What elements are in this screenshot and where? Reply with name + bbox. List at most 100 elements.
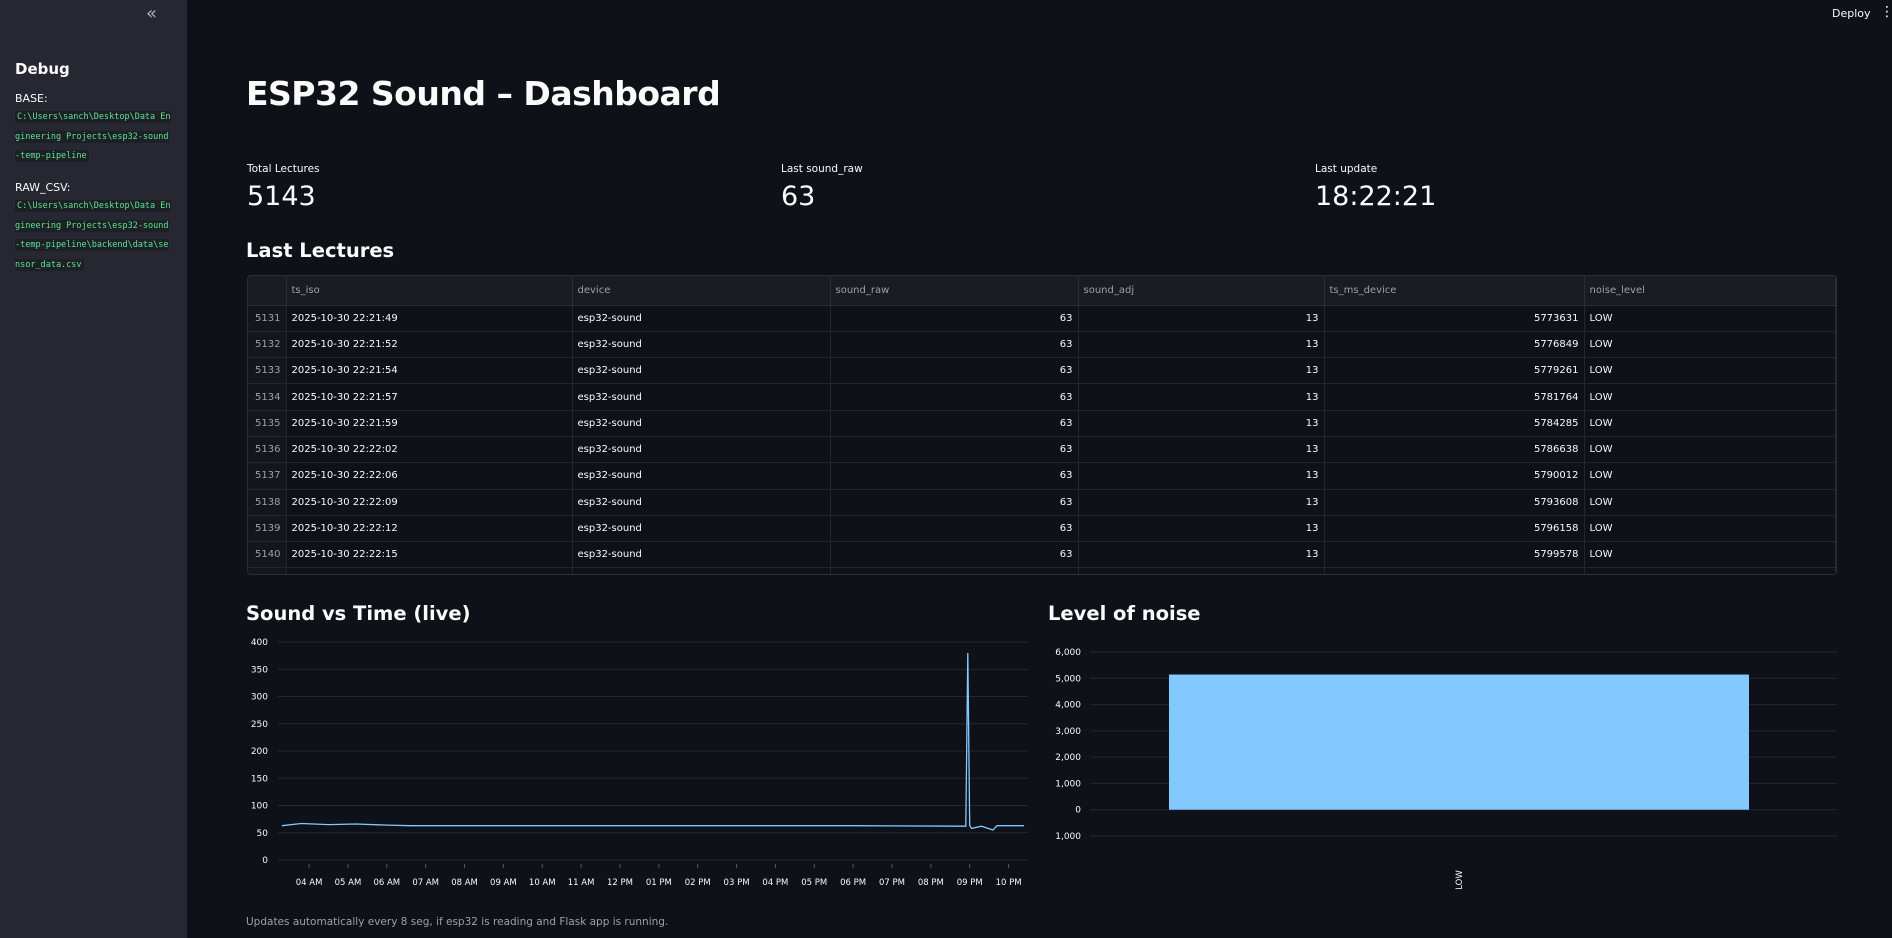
table-cell: 5784285 (1324, 410, 1585, 437)
table-row[interactable]: 51412025-10-30 22:22:17esp32-sound631358… (248, 567, 1836, 574)
x-tick-label: 06 PM (840, 878, 866, 888)
table-cell: LOW (1584, 383, 1836, 411)
x-tick-label: 02 PM (685, 878, 711, 888)
x-tick-label: 12 PM (607, 878, 633, 888)
column-header[interactable]: device (572, 276, 831, 306)
table-cell: 63 (830, 515, 1079, 543)
row-index: 5141 (248, 567, 287, 574)
x-tick-label: 09 PM (957, 878, 983, 888)
table-body: 5131 2025-10-30 22:21:49 esp32-sound 63 13 57… (248, 305, 1836, 574)
table-cell: 13 (1078, 567, 1325, 574)
table-cell: 5799578 (1324, 541, 1585, 569)
x-tick-label: 06 AM (373, 878, 400, 888)
row-index: 5133 (248, 357, 287, 385)
table-cell: esp32-sound (572, 462, 831, 490)
metric-last-update: Last update 18:22:21 (1315, 163, 1436, 212)
table-cell: 2025-10-30 22:22:06 (286, 462, 573, 490)
table-cell: 5781764 (1324, 383, 1585, 411)
column-header[interactable]: ts_ms_device (1324, 276, 1585, 306)
table-cell: 13 (1078, 489, 1325, 516)
table-cell: LOW (1584, 331, 1836, 359)
x-tick-label: 11 AM (568, 878, 595, 888)
collapse-sidebar-icon[interactable]: « (146, 4, 164, 24)
x-tick-label: 03 PM (724, 878, 750, 888)
table-cell: LOW (1584, 410, 1836, 437)
table-row[interactable]: 5131 2025-10-30 22:21:49 esp32-sound 63 13 57… (248, 305, 1836, 332)
table-cell: 5773631 (1324, 305, 1585, 332)
table-cell: esp32-sound (572, 410, 831, 437)
table-cell: 63 (830, 462, 1079, 490)
table-cell: esp32-sound (572, 436, 831, 464)
bar-chart[interactable]: 6,000 5,000 4,000 3,000 2,000 1,000 0 1,000 LOW (1040, 632, 1840, 892)
table-cell: 2025-10-30 22:21:54 (286, 357, 573, 385)
y-tick-label: 3,000 (1055, 727, 1081, 737)
bar-low (1169, 674, 1749, 810)
table-cell: 5793608 (1324, 489, 1585, 516)
table-cell: LOW (1584, 567, 1836, 574)
table-row[interactable]: 5137 2025-10-30 22:22:06 esp32-sound 63 13 57… (248, 462, 1836, 490)
table-row[interactable]: 5134 2025-10-30 22:21:57 esp32-sound 63 13 57… (248, 383, 1836, 411)
data-table[interactable]: ts_iso device sound_raw sound_adj ts_ms_… (247, 275, 1837, 575)
main-menu-icon[interactable]: ⋮ (1880, 4, 1892, 20)
x-tick-label: 09 AM (490, 878, 517, 888)
line-chart[interactable]: 0 50 100 150 200 250 300 350 400 04 AM 05 AM 06 AM 0… (240, 632, 1040, 892)
table-cell: 63 (830, 436, 1079, 464)
table-title: Last Lectures (246, 239, 395, 262)
y-tick-label: 250 (251, 720, 268, 730)
table-cell: 63 (830, 410, 1079, 437)
table-cell: esp32-sound (572, 515, 831, 543)
table-cell: 2025-10-30 22:22:09 (286, 489, 573, 516)
table-row[interactable]: 5135 2025-10-30 22:21:59 esp32-sound 63 13 57… (248, 410, 1836, 437)
app-root: « Debug BASE: C:\Users\sanch\Desktop\Dat… (0, 0, 1892, 938)
x-tick-label: 10 AM (529, 878, 556, 888)
table-row[interactable]: 5140 2025-10-30 22:22:15 esp32-sound 63 13 57… (248, 541, 1836, 569)
row-index: 5140 (248, 541, 287, 569)
x-tick-label: 04 PM (762, 878, 788, 888)
base-path-code: C:\Users\sanch\Desktop\Data Engineering … (15, 111, 171, 162)
footer-caption: Updates automatically every 8 seg, if es… (246, 916, 669, 928)
y-tick-label: 2,000 (1055, 753, 1081, 763)
column-header[interactable]: sound_adj (1078, 276, 1325, 306)
table-cell: 2025-10-30 22:21:57 (286, 383, 573, 411)
table-cell: esp32-sound (572, 331, 831, 359)
metric-value: 18:22:21 (1315, 181, 1437, 212)
row-index: 5132 (248, 331, 287, 359)
table-cell: 13 (1078, 331, 1325, 359)
table-cell: 2025-10-30 22:22:15 (286, 541, 573, 569)
column-header[interactable]: noise_level (1584, 276, 1836, 306)
row-index: 5135 (248, 410, 287, 437)
table-cell: 5802133 (1324, 567, 1585, 574)
table-cell: 5776849 (1324, 331, 1585, 359)
table-row[interactable]: 5136 2025-10-30 22:22:02 esp32-sound 63 13 57… (248, 436, 1836, 464)
table-cell: LOW (1584, 541, 1836, 569)
x-tick-label: 08 PM (918, 878, 944, 888)
x-tick-label: 05 AM (335, 878, 362, 888)
x-tick-label: 10 PM (996, 878, 1022, 888)
table-cell: 5790012 (1324, 462, 1585, 490)
table-row[interactable]: 5138 2025-10-30 22:22:09 esp32-sound 63 13 57… (248, 489, 1836, 516)
row-index: 5139 (248, 515, 287, 543)
x-tick-label: 05 PM (801, 878, 827, 888)
y-tick-label: 1,000 (1055, 779, 1081, 789)
row-index: 5138 (248, 489, 287, 516)
table-row[interactable]: 5132 2025-10-30 22:21:52 esp32-sound 63 13 57… (248, 331, 1836, 359)
column-header[interactable]: ts_iso (286, 276, 573, 306)
table-cell: esp32-sound (572, 541, 831, 569)
metric-label: Last sound_raw (781, 163, 863, 175)
y-tick-label: 100 (251, 802, 268, 812)
table-cell: 2025-10-30 22:21:59 (286, 410, 573, 437)
y-tick-label: 150 (251, 774, 268, 784)
y-tick-label: 400 (251, 638, 268, 648)
base-path: C:\Users\sanch\Desktop\Data Engineering … (15, 108, 171, 167)
metric-total-lectures: Total Lectures 5143 (247, 163, 320, 212)
table-row[interactable]: 5133 2025-10-30 22:21:54 esp32-sound 63 13 57… (248, 357, 1836, 385)
table-row[interactable]: 5139 2025-10-30 22:22:12 esp32-sound 63 13 57… (248, 515, 1836, 543)
column-header[interactable]: sound_raw (830, 276, 1079, 306)
deploy-button[interactable]: Deploy (1832, 7, 1871, 20)
table-cell: 5796158 (1324, 515, 1585, 543)
y-tick-label: 1,000 (1055, 832, 1081, 842)
y-tick-label: 4,000 (1055, 701, 1081, 711)
table-cell: 2025-10-30 22:21:52 (286, 331, 573, 359)
row-index: 5131 (248, 305, 287, 332)
raw-csv-path: C:\Users\sanch\Desktop\Data Engineering … (15, 197, 171, 275)
